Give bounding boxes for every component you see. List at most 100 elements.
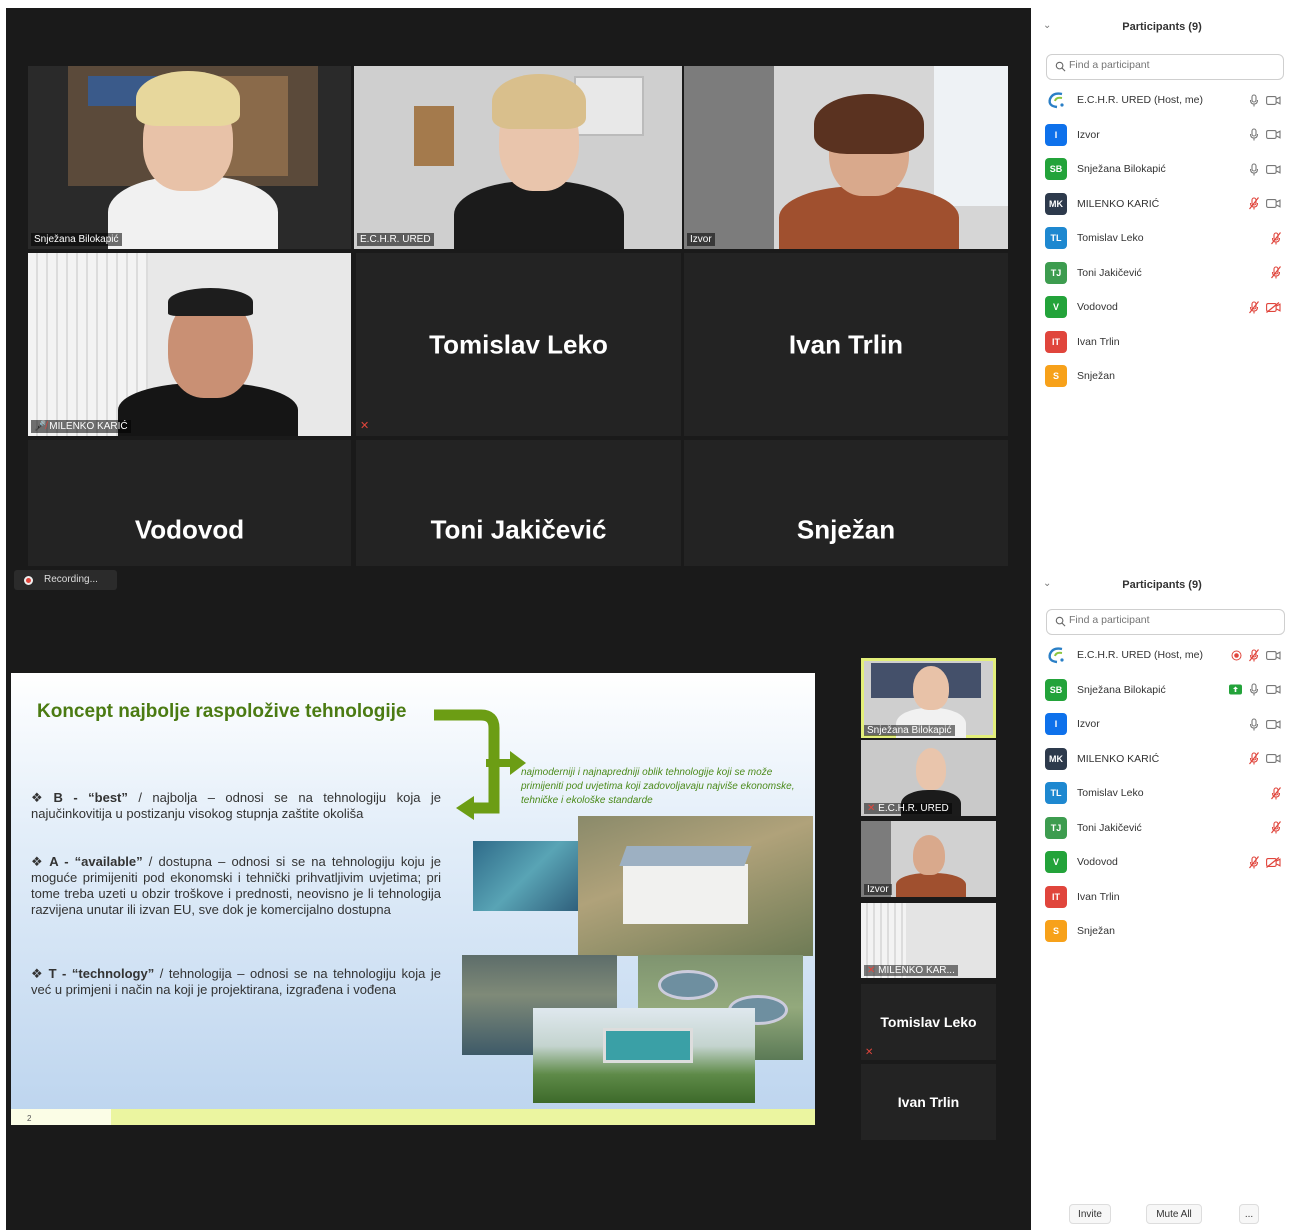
participant-name-large: Toni Jakičević bbox=[430, 514, 607, 545]
participant-avatar: SB bbox=[1045, 678, 1067, 701]
participant-name-tag: Snježana Bilokapić bbox=[31, 233, 122, 246]
recording-indicator[interactable]: Recording... bbox=[14, 570, 117, 590]
photo-water-tanks bbox=[473, 841, 581, 911]
recording-label: Recording... bbox=[44, 574, 98, 585]
participant-name-large: Tomislav Leko bbox=[429, 329, 608, 359]
avatar-initials: I bbox=[1054, 129, 1058, 140]
participant-status-icons bbox=[1249, 752, 1281, 766]
participant-avatar: MK bbox=[1045, 747, 1067, 770]
bullet-diamond-icon: ❖ bbox=[31, 854, 46, 869]
muted-mic-icon: 🎤̸ bbox=[34, 421, 50, 432]
mute-all-button[interactable]: Mute All bbox=[1146, 1204, 1202, 1224]
panel-title: Participants (9) bbox=[1122, 21, 1202, 33]
participant-name: MILENKO KARIĆ bbox=[1077, 197, 1160, 210]
invite-button[interactable]: Invite bbox=[1069, 1204, 1111, 1224]
participant-name-large: Ivan Trlin bbox=[788, 329, 904, 359]
avatar-initials: IT bbox=[1052, 336, 1060, 347]
participant-avatar: TL bbox=[1045, 782, 1067, 804]
participant-row[interactable]: E.C.H.R. URED (Host, me) bbox=[1045, 83, 1285, 118]
participant-name-tag: 🎤̸ MILENKO KARIĆ bbox=[31, 420, 131, 433]
mic-icon bbox=[1249, 717, 1259, 730]
slide-title: Koncept najbolje raspoložive tehnologije bbox=[37, 701, 407, 722]
more-options-button[interactable]: ... bbox=[1239, 1204, 1259, 1224]
avatar-initials: TL bbox=[1050, 233, 1062, 243]
search-icon bbox=[1055, 616, 1066, 627]
participant-avatar: SB bbox=[1045, 158, 1067, 180]
slide-page-number: 2 bbox=[27, 1114, 32, 1123]
gallery-view: Snježana Bilokapić E.C.H.R. URED Izvor 🎤… bbox=[6, 8, 1031, 566]
video-tile-snjezana[interactable]: Snježana Bilokapić bbox=[28, 66, 351, 249]
participant-row[interactable]: I Izvor bbox=[1045, 707, 1285, 742]
participant-row[interactable]: MK MILENKO KARIĆ bbox=[1045, 187, 1285, 222]
participant-name-tag: Snježana Bilokapić bbox=[864, 725, 955, 736]
participant-name-large: Vodovod bbox=[134, 514, 245, 545]
participant-name: Snježan bbox=[1077, 370, 1115, 382]
participant-row[interactable]: V Vodovod bbox=[1045, 290, 1285, 325]
avatar-initials: MK bbox=[1049, 198, 1063, 209]
thumb-snjezana[interactable]: Snježana Bilokapić bbox=[861, 658, 996, 738]
participant-name-large: Tomislav Leko bbox=[880, 1014, 977, 1030]
participant-row[interactable]: IT Ivan Trlin bbox=[1045, 325, 1285, 360]
video-tile-tomislav[interactable]: Tomislav Leko ✕ bbox=[356, 253, 681, 436]
participant-search[interactable] bbox=[1046, 54, 1284, 80]
participant-row[interactable]: TL Tomislav Leko bbox=[1045, 221, 1285, 256]
shared-slide: Koncept najbolje raspoložive tehnologije… bbox=[11, 673, 815, 1125]
video-feed bbox=[28, 253, 351, 436]
video-feed bbox=[28, 66, 351, 249]
slide-bullet-available: ❖ A - “available” / dostupna – odnosi si … bbox=[31, 854, 442, 917]
mic-muted-icon bbox=[1249, 752, 1259, 765]
video-tile-toni[interactable]: Toni Jakičević bbox=[356, 440, 681, 566]
participant-name: Tomislav Leko bbox=[1077, 787, 1144, 799]
participant-row[interactable]: S Snježan bbox=[1045, 914, 1285, 949]
video-tile-milenko[interactable]: 🎤̸ MILENKO KARIĆ bbox=[28, 253, 351, 436]
avatar-initials: V bbox=[1052, 857, 1059, 867]
participant-row[interactable]: TJ Toni Jakičević bbox=[1045, 811, 1285, 846]
video-tile-vodovod[interactable]: Vodovod bbox=[28, 440, 351, 566]
participant-row[interactable]: I Izvor bbox=[1045, 118, 1285, 153]
thumb-izvor[interactable]: Izvor bbox=[861, 821, 996, 897]
participant-name: Toni Jakičević bbox=[1077, 266, 1142, 279]
search-input[interactable] bbox=[1069, 614, 1249, 626]
slide-bullet-best: ❖ B - “best” / najbolja – odnosi se na te… bbox=[31, 790, 442, 821]
thumb-ivan[interactable]: Ivan Trlin bbox=[861, 1064, 996, 1140]
participant-status-icons bbox=[1229, 683, 1281, 697]
avatar-initials: MK bbox=[1049, 753, 1063, 764]
participant-row[interactable]: IT Ivan Trlin bbox=[1045, 880, 1285, 915]
participant-row[interactable]: TL Tomislav Leko bbox=[1045, 776, 1285, 811]
participant-name: Snježan bbox=[1077, 925, 1115, 937]
participant-row[interactable]: E.C.H.R. URED (Host, me) bbox=[1045, 638, 1285, 673]
photo-render bbox=[533, 1008, 755, 1103]
video-tile-ivan[interactable]: Ivan Trlin bbox=[684, 253, 1008, 436]
thumb-echr-ured[interactable]: ✕ E.C.H.R. URED bbox=[861, 740, 996, 816]
participant-status-icons bbox=[1271, 231, 1281, 245]
participant-status-icons bbox=[1249, 128, 1281, 142]
camera-icon bbox=[1266, 719, 1281, 729]
thumb-tomislav[interactable]: Tomislav Leko ✕ bbox=[861, 984, 996, 1060]
participant-row[interactable]: SB Snježana Bilokapić bbox=[1045, 152, 1285, 187]
participant-list: E.C.H.R. URED (Host, me) I Izvor SB Snježana… bbox=[1045, 83, 1285, 394]
photo-treatment-plant bbox=[578, 816, 813, 956]
participant-row[interactable]: V Vodovod bbox=[1045, 845, 1285, 880]
video-tile-izvor[interactable]: Izvor bbox=[684, 66, 1008, 249]
avatar-initials: S bbox=[1052, 371, 1059, 381]
participant-search[interactable] bbox=[1046, 609, 1285, 635]
record-icon bbox=[24, 576, 33, 585]
video-tile-snjezan[interactable]: Snježan bbox=[684, 440, 1008, 566]
panel-title: Participants (9) bbox=[1122, 579, 1202, 591]
participant-row[interactable]: SB Snježana Bilokapić bbox=[1045, 673, 1285, 708]
participant-row[interactable]: TJ Toni Jakičević bbox=[1045, 256, 1285, 291]
participant-status-icons bbox=[1249, 717, 1281, 731]
video-tile-echr-ured[interactable]: E.C.H.R. URED bbox=[354, 66, 682, 249]
search-input[interactable] bbox=[1069, 59, 1249, 71]
muted-mic-icon: ✕ bbox=[865, 1047, 874, 1058]
participant-name: Vodovod bbox=[1077, 301, 1118, 313]
avatar-initials: SB bbox=[1049, 164, 1063, 174]
participant-row[interactable]: MK MILENKO KARIĆ bbox=[1045, 742, 1285, 777]
participant-name: E.C.H.R. URED (Host, me) bbox=[1077, 649, 1204, 661]
participant-avatar: I bbox=[1045, 713, 1067, 735]
camera-icon bbox=[1266, 754, 1281, 763]
mic-muted-icon bbox=[1249, 648, 1259, 661]
participant-row[interactable]: S Snježan bbox=[1045, 359, 1285, 394]
thumb-milenko[interactable]: ✕ MILENKO KAR... bbox=[861, 903, 996, 978]
panel-actions: Invite Mute All ... bbox=[1031, 1204, 1293, 1224]
